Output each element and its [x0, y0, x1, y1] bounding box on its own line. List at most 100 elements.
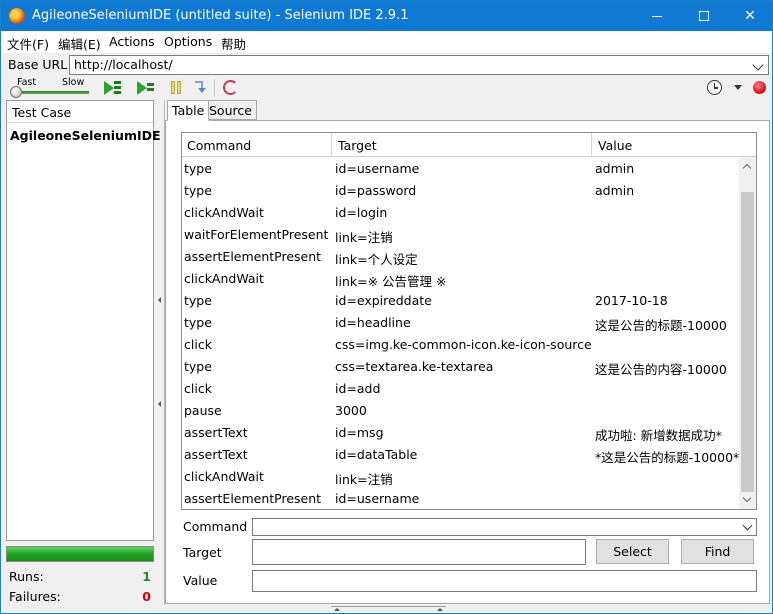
scrollbar-thumb[interactable] [741, 192, 754, 492]
command-input[interactable] [252, 518, 757, 536]
menu-bar: 文件(F) 编辑(E) Actions Options 帮助 [1, 31, 772, 53]
menu-file[interactable]: 文件(F) [7, 34, 49, 53]
table-scrollbar[interactable] [739, 157, 756, 509]
play-test-icon [137, 81, 147, 95]
row-command: type [184, 183, 212, 198]
row-target: id=username [335, 161, 420, 176]
progress-bar [6, 546, 154, 562]
speed-fast-label: Fast [17, 77, 37, 88]
failures-label: Failures: [9, 589, 61, 604]
maximize-button[interactable] [681, 1, 727, 31]
chevron-down-icon[interactable] [752, 59, 764, 71]
table-header: Command Target Value [182, 133, 756, 157]
row-command: type [184, 161, 212, 176]
tab-table[interactable]: Table [167, 100, 210, 121]
chevron-left-icon[interactable] [158, 297, 161, 303]
row-target: id=msg [335, 425, 384, 440]
row-command: assertText [184, 447, 248, 462]
pause-icon [171, 81, 175, 94]
row-value: *这是公告的标题-10000* [595, 450, 740, 465]
chevron-up-icon[interactable] [334, 608, 340, 611]
row-target: link=注销 [335, 472, 393, 487]
menu-actions[interactable]: Actions [109, 34, 155, 49]
column-header-command[interactable]: Command [187, 138, 251, 153]
play-suite-button[interactable] [102, 79, 124, 97]
column-header-value[interactable]: Value [598, 138, 632, 153]
chevron-down-icon[interactable] [742, 493, 752, 503]
select-button[interactable]: Select [596, 539, 669, 564]
chevron-up-icon[interactable] [742, 163, 752, 173]
table-row[interactable]: assertElementPresent link=个人设定 [182, 246, 738, 268]
row-command: clickAndWait [184, 271, 264, 286]
table-row[interactable]: clickAndWait link=注销 [182, 466, 738, 488]
command-table: Command Target Value type id=username admi… [181, 132, 757, 510]
base-url-input[interactable]: http://localhost/ [69, 55, 769, 75]
chevron-down-icon[interactable] [742, 520, 753, 531]
record-icon[interactable] [753, 81, 766, 94]
chevron-left-icon[interactable] [158, 401, 161, 407]
row-target: id=add [335, 381, 381, 396]
column-header-target[interactable]: Target [338, 138, 377, 153]
menu-options[interactable]: Options [164, 34, 212, 49]
chevron-up-icon[interactable] [437, 608, 443, 611]
speed-slider-thumb[interactable] [10, 86, 22, 98]
row-target: id=password [335, 183, 417, 198]
step-button[interactable] [189, 79, 211, 97]
play-suite-bars [114, 81, 121, 95]
row-command: assertText [184, 425, 248, 440]
table-row[interactable]: click id=add [182, 378, 738, 400]
play-test-button[interactable] [135, 79, 157, 97]
firefox-icon [9, 8, 25, 24]
row-command: clickAndWait [184, 469, 264, 484]
row-command: pause [184, 403, 222, 418]
table-row[interactable]: clickAndWait link=※ 公告管理 ※ [182, 268, 738, 290]
table-row[interactable]: type id=expireddate 2017-10-18 [182, 290, 738, 312]
table-row[interactable]: click css=img.ke-common-icon.ke-icon-sour… [182, 334, 738, 356]
clock-icon[interactable] [707, 80, 722, 95]
pause-icon-bar [177, 81, 181, 94]
pause-button[interactable] [167, 79, 189, 97]
minimize-button[interactable] [634, 1, 680, 31]
table-row[interactable]: assertText id=msg 成功啦: 新增数据成功* [182, 422, 738, 444]
row-target: link=※ 公告管理 ※ [335, 274, 447, 289]
rollup-button[interactable] [219, 79, 241, 97]
table-row[interactable]: waitForElementPresent link=注销 [182, 224, 738, 246]
step-icon [195, 81, 206, 93]
find-button[interactable]: Find [681, 539, 754, 564]
row-target: css=img.ke-common-icon.ke-icon-source [335, 337, 592, 352]
menu-help[interactable]: 帮助 [221, 34, 246, 53]
table-row[interactable]: assertElementPresent id=username [182, 488, 738, 509]
minimize-icon [652, 15, 662, 17]
table-row[interactable]: pause 3000 [182, 400, 738, 422]
value-input[interactable] [252, 570, 757, 592]
table-row[interactable]: clickAndWait id=login [182, 202, 738, 224]
base-url-row: Base URL http://localhost/ [1, 54, 772, 76]
test-case-item[interactable]: AgileoneSeleniumIDE [10, 128, 161, 143]
target-input[interactable] [252, 539, 586, 565]
horizontal-splitter[interactable] [331, 606, 446, 614]
close-icon: ✕ [744, 8, 756, 24]
table-row[interactable]: assertText id=dataTable *这是公告的标题-10000* [182, 444, 740, 466]
tab-source[interactable]: Source [204, 100, 257, 120]
toolbar-separator [214, 79, 215, 97]
table-row[interactable]: type css=textarea.ke-textarea 这是公告的内容-1000… [182, 356, 738, 378]
row-command: assertElementPresent [184, 249, 322, 264]
base-url-label: Base URL [8, 57, 68, 72]
row-command: assertElementPresent [184, 491, 322, 506]
speed-slider-track[interactable] [13, 91, 89, 94]
command-label: Command [183, 519, 248, 534]
vertical-splitter[interactable] [157, 100, 162, 600]
chevron-down-icon[interactable] [734, 85, 742, 90]
menu-edit[interactable]: 编辑(E) [58, 34, 101, 53]
table-row[interactable]: type id=username admin [182, 158, 738, 180]
table-row[interactable]: type id=headline 这是公告的标题-10000 [182, 312, 738, 334]
runs-value: 1 [142, 569, 151, 584]
row-target: link=注销 [335, 230, 393, 245]
row-value: 成功啦: 新增数据成功* [595, 428, 722, 443]
row-target: id=headline [335, 315, 411, 330]
row-command: waitForElementPresent [184, 227, 329, 242]
close-button[interactable]: ✕ [727, 1, 773, 31]
table-row[interactable]: type id=password admin [182, 180, 738, 202]
speed-slow-label: Slow [62, 77, 85, 88]
play-suite-icon [104, 81, 114, 95]
